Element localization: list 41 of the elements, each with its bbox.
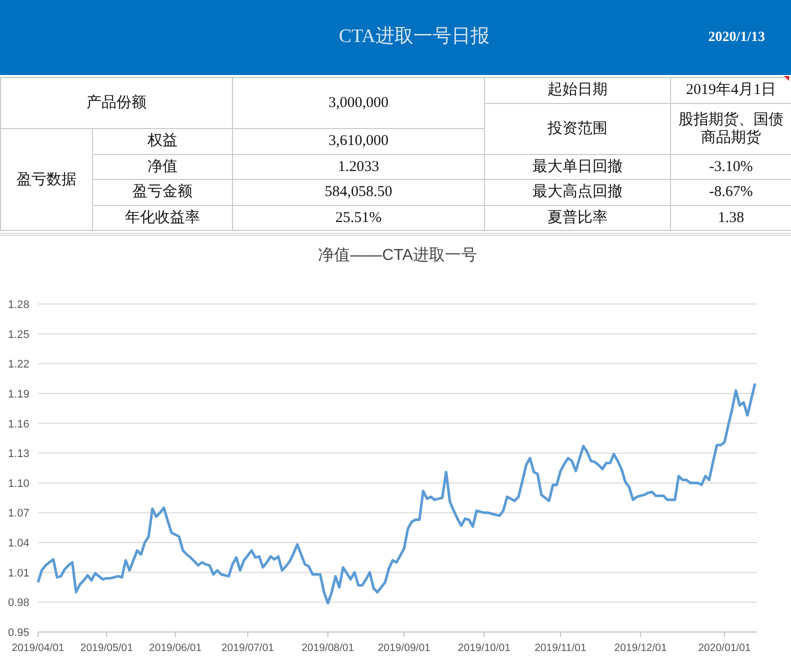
row-label: 产品份额 [0,78,232,128]
y-axis-label: 0.95 [8,627,30,639]
y-axis-label: 1.07 [8,508,30,520]
chart-title: 净值——CTA进取一号 [318,247,477,264]
cell-value: 3,000,000 [232,78,484,128]
row-label: 起始日期 [484,78,670,103]
row-label: 盈亏数据 [0,128,92,230]
x-axis-label: 2019/05/01 [80,642,133,654]
y-axis-label: 1.16 [8,418,30,430]
row-label: 最大单日回撤 [484,154,670,180]
report-date: 2020/1/13 [708,29,765,47]
row-label: 权益 [92,128,232,154]
y-axis-label: 1.10 [8,478,30,490]
cell-value: 25.51% [232,205,484,230]
row-label: 夏普比率 [484,205,670,230]
x-axis-label: 2019/11/01 [534,642,586,654]
x-axis-label: 2019/06/01 [149,642,202,654]
x-axis-label: 2019/08/01 [302,642,354,654]
row-label: 盈亏金额 [92,180,232,205]
y-axis-label: 0.98 [8,597,30,610]
row-label: 投资范围 [484,103,670,154]
report-title: CTA进取一号日报 [338,26,490,48]
x-axis-label: 2019/07/01 [221,642,274,654]
y-axis-label: 1.25 [8,328,30,341]
y-axis-label: 1.19 [8,388,30,400]
x-axis-label: 2019/04/01 [12,642,64,654]
cell-value: 1.2033 [232,154,484,180]
row-label: 净值 [92,154,232,180]
x-axis-label: 2019/12/01 [614,642,667,654]
row-label: 年化收益率 [92,205,232,230]
x-axis-label: 2020/01/01 [698,642,751,654]
y-axis-label: 1.22 [8,358,30,371]
row-label: 最大高点回撤 [484,180,670,205]
cell-value: 584,058.50 [232,180,484,205]
x-axis-label: 2019/10/01 [458,642,510,654]
y-axis-label: 1.01 [8,567,30,580]
x-axis-label: 2019/09/01 [378,642,430,654]
y-axis-label: 1.28 [8,299,30,311]
y-axis-label: 1.04 [8,538,30,550]
cell-value: 2019年4月1日 [670,78,791,103]
y-axis-label: 1.13 [8,448,30,460]
